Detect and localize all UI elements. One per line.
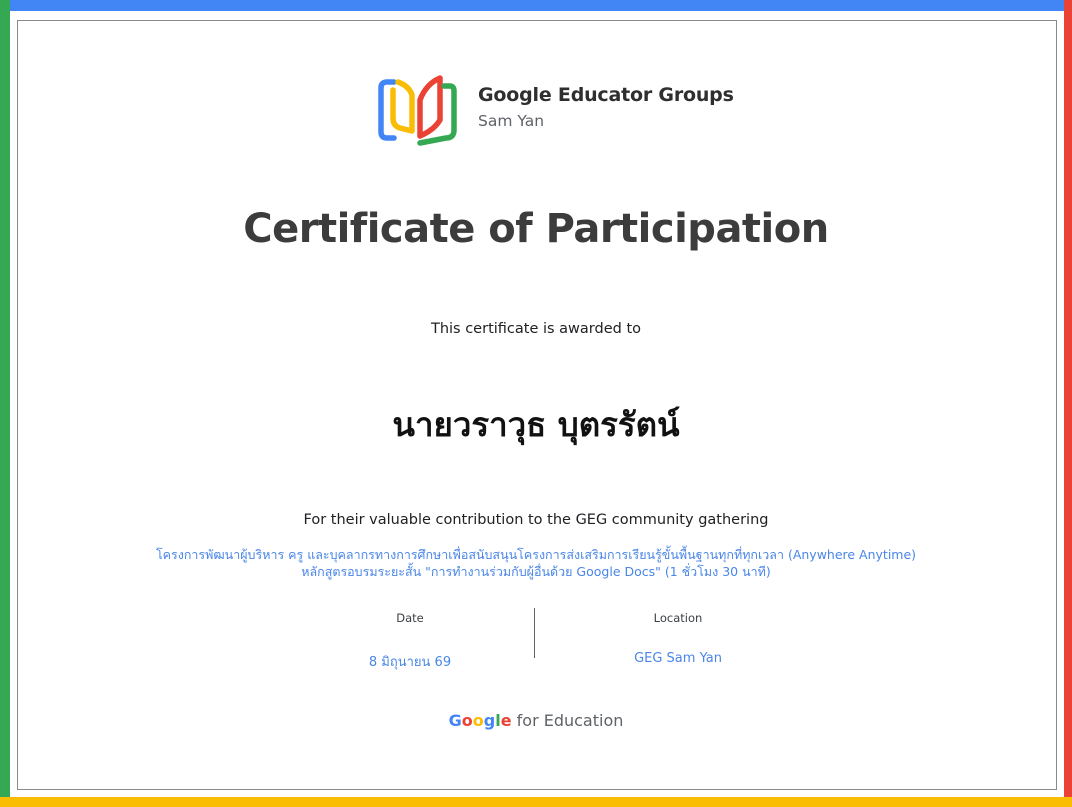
for-education-text: for Education: [516, 711, 624, 730]
top-border: [0, 0, 1072, 11]
google-letter: g: [483, 711, 496, 730]
date-label: Date: [396, 611, 424, 625]
google-letter: G: [448, 711, 462, 730]
contribution-text: For their valuable contribution to the G…: [303, 512, 769, 528]
location-block: Location GEG Sam Yan: [558, 606, 798, 666]
certificate-details: Date 8 มิถุนายน 69 Location GEG Sam Yan: [0, 606, 1072, 676]
program-line-2: หลักสูตรอบรมระยะสั้น "การทำงานร่วมกับผู้…: [301, 564, 771, 579]
google-letter: o: [472, 711, 484, 730]
chapter-name: Sam Yan: [478, 112, 545, 130]
date-block: Date 8 มิถุนายน 69: [290, 606, 530, 672]
certificate-title: Certificate of Participation: [243, 206, 829, 252]
geg-logo: [378, 75, 457, 146]
location-label: Location: [653, 611, 703, 625]
google-letter: o: [461, 711, 473, 730]
date-value: 8 มิถุนายน 69: [368, 655, 452, 670]
google-wordmark: Google: [449, 711, 517, 730]
recipient-name: นายวราวุธ บุตรรัตน์: [392, 405, 680, 444]
certificate-header: Google Educator Groups Sam Yan: [0, 64, 1072, 154]
certificate: Google Educator Groups Sam Yan Certifica…: [0, 0, 1072, 807]
google-for-education-logo: Google for Education: [0, 711, 1072, 730]
awarded-text: This certificate is awarded to: [430, 321, 642, 337]
details-divider: [534, 608, 535, 658]
program-description: โครงการพัฒนาผู้บริหาร ครู และบุคลากรทางก…: [0, 546, 1072, 580]
bottom-border: [0, 797, 1072, 807]
open-book-icon: [374, 68, 458, 150]
google-letter: e: [500, 711, 512, 730]
program-line-1: โครงการพัฒนาผู้บริหาร ครู และบุคลากรทางก…: [155, 547, 917, 562]
location-value: GEG Sam Yan: [634, 651, 722, 666]
brand-name: Google Educator Groups: [478, 84, 734, 106]
brand-block: Google Educator Groups Sam Yan: [478, 84, 818, 130]
